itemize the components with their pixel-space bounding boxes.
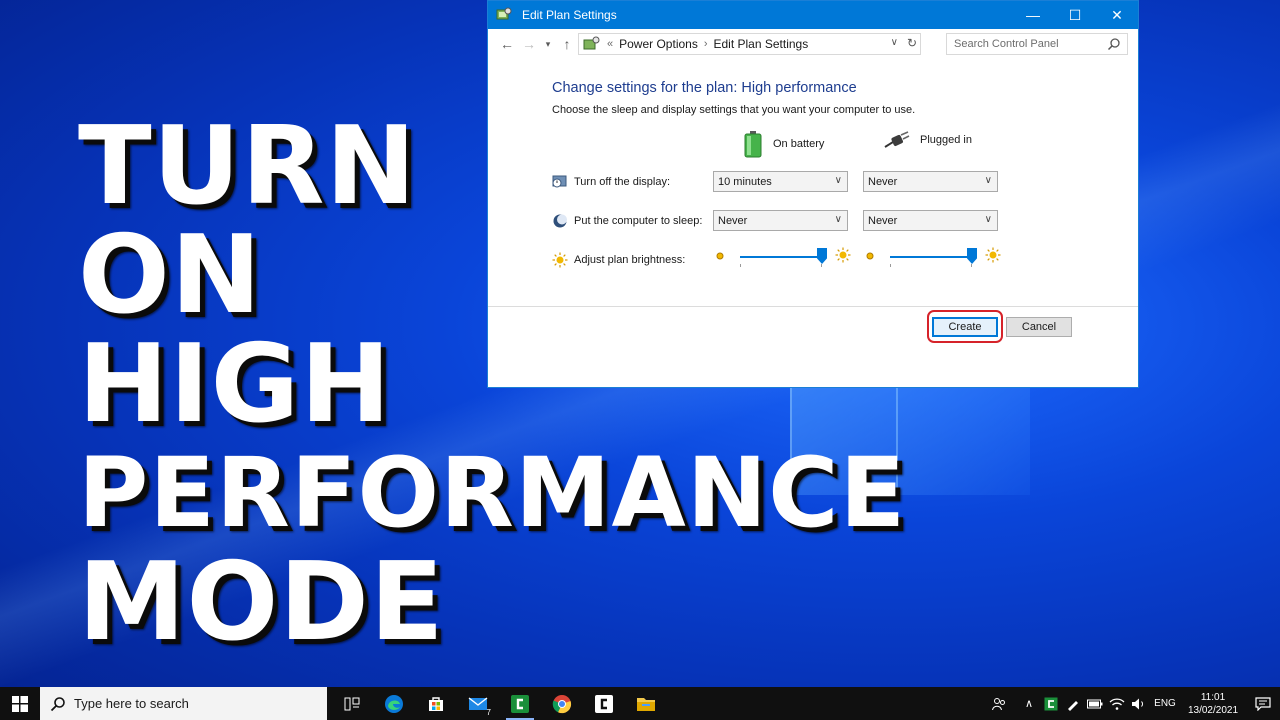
- plugged-in-label: Plugged in: [920, 134, 972, 146]
- window-titlebar[interactable]: Edit Plan Settings — ☐ ✕: [488, 1, 1138, 29]
- create-button[interactable]: Create: [932, 317, 998, 337]
- volume-icon[interactable]: [1128, 687, 1150, 720]
- slider-thumb[interactable]: [817, 248, 827, 264]
- input-language-indicator[interactable]: ENG: [1150, 687, 1180, 720]
- slider-fill: [890, 256, 972, 258]
- microsoft-store-icon[interactable]: [415, 687, 457, 720]
- breadcrumb-separator-icon: ›: [703, 38, 708, 50]
- plan-settings-content: Change settings for the plan: High perfo…: [488, 59, 1138, 336]
- camtasia-icon[interactable]: [499, 687, 541, 720]
- display-on-battery-select[interactable]: 10 minutes ∨: [713, 171, 848, 192]
- edit-plan-settings-window: Edit Plan Settings — ☐ ✕ ← → ▾ ↑ « Power…: [487, 0, 1139, 388]
- mail-icon[interactable]: 7: [457, 687, 499, 720]
- bright-sun-icon: [985, 247, 1001, 263]
- battery-tray-icon[interactable]: [1084, 687, 1106, 720]
- headline-line-4: PERFORMANCE: [78, 437, 907, 549]
- brightness-plugged-in-slider[interactable]: [865, 247, 1015, 271]
- refresh-icon[interactable]: ↻: [907, 36, 917, 50]
- slider-tick: [971, 264, 972, 267]
- breadcrumb-edit-plan-settings[interactable]: Edit Plan Settings: [714, 37, 809, 51]
- minimize-button[interactable]: —: [1012, 1, 1054, 29]
- breadcrumb-overflow[interactable]: «: [607, 38, 613, 50]
- footer-divider: [488, 306, 1138, 307]
- brightness-on-battery-slider[interactable]: [715, 247, 865, 271]
- search-control-panel-input[interactable]: Search Control Panel: [946, 33, 1128, 55]
- control-panel-icon: [496, 7, 512, 23]
- plugged-in-column-header: Plugged in: [884, 130, 972, 150]
- mail-badge: 7: [486, 708, 491, 717]
- chevron-down-icon: ∨: [984, 214, 992, 225]
- hidden-icons-chevron-icon[interactable]: ∧: [1018, 687, 1040, 720]
- close-button[interactable]: ✕: [1096, 1, 1138, 29]
- taskbar-search-box[interactable]: Type here to search: [40, 687, 327, 720]
- slider-tick: [821, 264, 822, 267]
- slider-fill: [740, 256, 822, 258]
- sleep-plugged-in-select[interactable]: Never ∨: [863, 210, 998, 231]
- pen-tray-icon[interactable]: [1062, 687, 1084, 720]
- recent-locations-chevron-icon[interactable]: ▾: [540, 33, 556, 55]
- breadcrumb-power-options[interactable]: Power Options: [619, 37, 698, 51]
- system-tray: ∧ ENG 11:01 13/02/2021: [988, 687, 1280, 720]
- page-description: Choose the sleep and display settings th…: [552, 104, 916, 116]
- cancel-button[interactable]: Cancel: [1006, 317, 1072, 337]
- search-icon[interactable]: [1107, 37, 1121, 51]
- start-button[interactable]: [0, 687, 40, 720]
- windows-start-icon: [12, 695, 28, 712]
- maximize-button[interactable]: ☐: [1054, 1, 1096, 29]
- bright-sun-icon: [835, 247, 851, 263]
- sun-icon: [552, 252, 568, 268]
- battery-icon: [744, 131, 762, 158]
- system-clock[interactable]: 11:01 13/02/2021: [1180, 691, 1246, 717]
- on-battery-label: On battery: [773, 138, 825, 150]
- headline-line-5: MODE: [78, 540, 445, 665]
- wifi-icon[interactable]: [1106, 687, 1128, 720]
- camtasia-tray-icon[interactable]: [1040, 687, 1062, 720]
- task-view-icon[interactable]: [331, 687, 373, 720]
- sleep-label: Put the computer to sleep:: [552, 213, 702, 229]
- file-explorer-icon[interactable]: [625, 687, 667, 720]
- slider-tick: [890, 264, 891, 267]
- display-plugged-in-select[interactable]: Never ∨: [863, 171, 998, 192]
- turn-off-display-label: Turn off the display:: [552, 174, 670, 190]
- search-icon: [50, 696, 65, 711]
- dim-sun-icon: [716, 252, 724, 260]
- back-arrow-icon[interactable]: ←: [496, 33, 518, 55]
- power-plug-icon: [884, 131, 910, 148]
- sleep-on-battery-select[interactable]: Never ∨: [713, 210, 848, 231]
- edge-browser-icon[interactable]: [373, 687, 415, 720]
- search-placeholder: Search Control Panel: [954, 38, 1059, 50]
- moon-sleep-icon: [552, 213, 568, 229]
- chevron-down-icon: ∨: [834, 214, 842, 225]
- brightness-label: Adjust plan brightness:: [552, 252, 685, 268]
- action-center-icon[interactable]: [1246, 687, 1280, 720]
- people-icon[interactable]: [988, 687, 1010, 720]
- breadcrumb[interactable]: « Power Options › Edit Plan Settings ∨ ↻: [578, 33, 921, 55]
- taskbar: Type here to search 7 ∧ ENG 11:01 13/02/…: [0, 687, 1280, 720]
- page-title: Change settings for the plan: High perfo…: [552, 80, 857, 96]
- clock-time: 11:01: [1200, 691, 1226, 703]
- monitor-clock-icon: [552, 174, 568, 190]
- forward-arrow-icon[interactable]: →: [518, 33, 540, 55]
- slider-tick: [740, 264, 741, 267]
- slider-thumb[interactable]: [967, 248, 977, 264]
- chrome-browser-icon[interactable]: [541, 687, 583, 720]
- taskbar-search-placeholder: Type here to search: [74, 696, 189, 711]
- camtasia-recorder-icon[interactable]: [583, 687, 625, 720]
- address-bar: ← → ▾ ↑ « Power Options › Edit Plan Sett…: [488, 29, 1138, 59]
- up-arrow-icon[interactable]: ↑: [556, 33, 578, 55]
- on-battery-column-header: On battery: [743, 130, 824, 158]
- dim-sun-icon: [866, 252, 874, 260]
- clock-date: 13/02/2021: [1187, 704, 1239, 716]
- window-title: Edit Plan Settings: [522, 8, 617, 22]
- address-dropdown-icon[interactable]: ∨: [891, 37, 898, 48]
- chevron-down-icon: ∨: [984, 175, 992, 186]
- chevron-down-icon: ∨: [834, 175, 842, 186]
- control-panel-small-icon: [583, 36, 600, 50]
